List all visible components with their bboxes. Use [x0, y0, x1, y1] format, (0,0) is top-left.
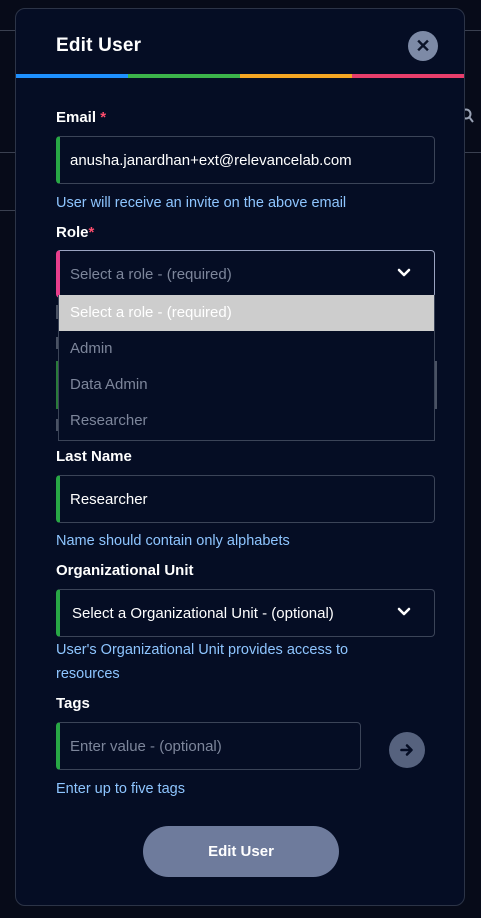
background-divider — [463, 152, 481, 153]
last-name-label: Last Name — [56, 448, 132, 465]
stripe-yellow — [240, 74, 352, 78]
tags-label: Tags — [56, 695, 90, 712]
background-divider — [0, 152, 15, 153]
background-divider — [0, 210, 15, 211]
email-label-text: Email — [56, 109, 97, 126]
chevron-down-icon — [397, 607, 411, 616]
role-option[interactable]: Admin — [59, 331, 434, 367]
close-icon[interactable]: ✕ — [408, 31, 438, 61]
role-option[interactable]: Researcher — [59, 403, 434, 439]
org-unit-label: Organizational Unit — [56, 562, 194, 579]
org-unit-select[interactable]: Select a Organizational Unit - (optional… — [56, 589, 435, 637]
org-unit-hint: User's Organizational Unit provides acce… — [56, 642, 349, 682]
required-mark: * — [100, 109, 107, 126]
arrow-right-icon — [400, 744, 413, 756]
last-name-value: Researcher — [70, 490, 148, 508]
role-select[interactable]: Select a role - (required) — [56, 250, 435, 298]
add-tag-button[interactable] — [389, 732, 425, 768]
edit-user-button[interactable]: Edit User — [143, 826, 339, 877]
chevron-down-icon — [397, 268, 411, 277]
required-mark: * — [88, 224, 95, 241]
email-label: Email * — [56, 109, 106, 126]
stripe-blue — [16, 74, 128, 78]
role-label-text: Role — [56, 224, 89, 241]
role-option[interactable]: Data Admin — [59, 367, 434, 403]
stripe-pink — [352, 74, 464, 78]
tags-placeholder: Enter value - (optional) — [70, 737, 222, 755]
tags-hint: Enter up to five tags — [56, 781, 185, 797]
role-label: Role* — [56, 224, 94, 241]
hidden-field-edge — [435, 361, 437, 409]
background-divider — [0, 30, 15, 31]
modal-title: Edit User — [56, 35, 142, 56]
last-name-field[interactable]: Researcher — [56, 475, 435, 523]
role-dropdown-menu: Select a role - (required) Admin Data Ad… — [58, 295, 435, 441]
role-option[interactable]: Select a role - (required) — [59, 295, 434, 331]
email-value: anusha.janardhan+ext@relevancelab.com — [70, 151, 352, 169]
background-divider — [463, 30, 481, 31]
stripe-green — [128, 74, 240, 78]
color-stripe — [16, 74, 464, 78]
email-hint: User will receive an invite on the above… — [56, 195, 347, 211]
email-field[interactable]: anusha.janardhan+ext@relevancelab.com — [56, 136, 435, 184]
edit-user-modal: Edit User ✕ Email * anusha.janardhan+ext… — [15, 8, 465, 906]
role-selected-value: Select a role - (required) — [70, 265, 232, 283]
last-name-hint: Name should contain only alphabets — [56, 533, 290, 549]
tags-input[interactable]: Enter value - (optional) — [56, 722, 361, 770]
org-unit-selected-value: Select a Organizational Unit - (optional… — [72, 604, 334, 622]
